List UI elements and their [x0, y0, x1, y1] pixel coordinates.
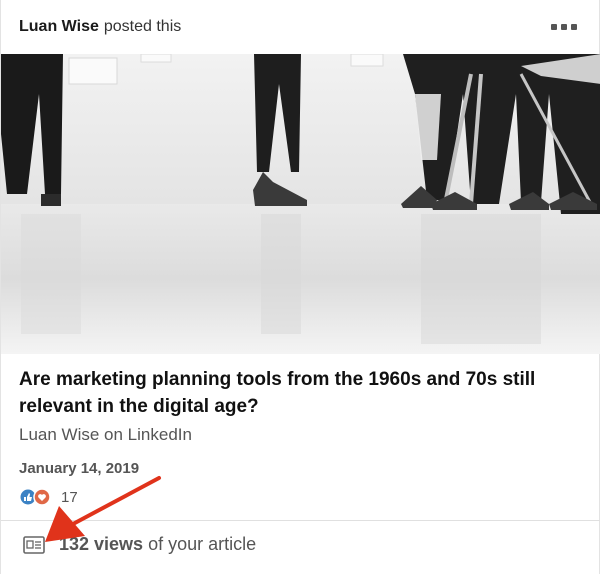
article-icon	[23, 535, 45, 554]
post-card: Luan Wise posted this Are marketing plan…	[0, 0, 600, 574]
reactions-count[interactable]: 17	[61, 489, 78, 506]
article-cover-image[interactable]	[1, 54, 600, 354]
reactions-summary[interactable]: 17	[19, 488, 78, 506]
article-title[interactable]: Are marketing planning tools from the 19…	[19, 366, 589, 420]
article-views-link[interactable]: 132 views of your article	[23, 534, 256, 555]
views-count[interactable]: 132 views	[59, 534, 143, 555]
views-suffix: of your article	[148, 534, 257, 554]
article-date: January 14, 2019	[19, 460, 140, 477]
divider	[1, 520, 600, 521]
article-source: Luan Wise on LinkedIn	[19, 425, 192, 444]
love-icon	[33, 488, 51, 506]
author-name[interactable]: Luan Wise	[19, 18, 99, 36]
ellipsis-icon[interactable]	[551, 20, 579, 34]
post-header: Luan Wise posted this	[1, 0, 600, 54]
article-info[interactable]: Are marketing planning tools from the 19…	[19, 366, 589, 477]
post-action-text: posted this	[103, 18, 182, 35]
